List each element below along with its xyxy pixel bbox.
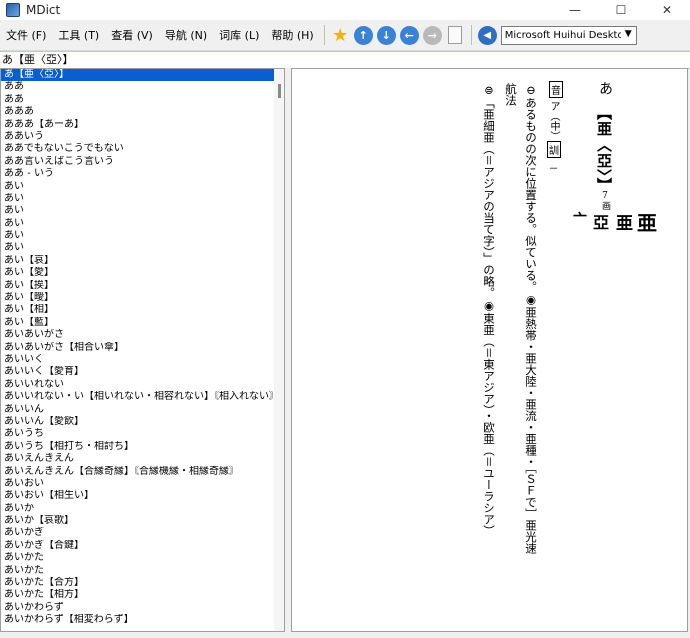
list-item[interactable]: あい【相】 [1, 304, 274, 316]
window-title: MDict [26, 3, 61, 17]
list-item[interactable]: あい [1, 205, 274, 217]
speaker-icon[interactable]: ◀ [477, 25, 497, 45]
entry-kana: あ [597, 81, 613, 95]
list-item[interactable]: あいいく【愛育】 [1, 366, 274, 378]
app-icon [6, 3, 20, 17]
list-item[interactable]: あい [1, 242, 274, 254]
definition-sense-2: ⊜「亜細亜（＝アジアの当て字）」の略。◉東亜（＝東アジア）・欧亜（＝ユーラシア） [482, 83, 496, 537]
scroll-thumb[interactable] [278, 84, 281, 98]
chevron-down-icon[interactable]: ▼ [622, 27, 635, 42]
title-bar: MDict — ☐ ✕ [0, 0, 690, 20]
kanji-form: 亠 [573, 212, 587, 228]
on-reading-label: 音 [549, 81, 563, 98]
entry-headword: 【亜〈亞〉】 [595, 105, 613, 194]
down-arrow-icon[interactable]: ↓ [376, 25, 396, 45]
window-controls: — ☐ ✕ [552, 0, 690, 20]
list-item[interactable]: あいあいがさ [1, 329, 274, 341]
on-reading: ア（中） [548, 101, 559, 141]
list-item[interactable]: あいかぎ [1, 527, 274, 539]
menu-toolbar: 文件 (F) 工具 (T) 查看 (V) 导航 (N) 词库 (L) 帮助 (H… [0, 20, 690, 51]
list-item[interactable]: あい【愛】 [1, 267, 274, 279]
menu-tools[interactable]: 工具 (T) [52, 27, 105, 43]
list-item[interactable]: あいえんきえん【合縁奇縁】〘合縁機縁・相縁奇縁〙 [1, 466, 274, 478]
word-list-pane: あ【亜〈亞〉】 ああ ああ あああ あああ【あーあ】 ああいう ああでもないこうでもない ああ… [0, 68, 285, 632]
word-list-scrollbar[interactable] [274, 69, 284, 631]
list-item[interactable]: あい [1, 230, 274, 242]
definition-sense-1: ⊖あるものの次に位置する。似ている。◉亜熱帯・亜大陸・亜流・亜種・［ＳＦで］亜光… [524, 83, 538, 554]
menu-help[interactable]: 帮助 (H) [265, 27, 319, 43]
list-item[interactable]: あああ [1, 106, 274, 118]
list-item[interactable]: あいいん【愛飲】 [1, 416, 274, 428]
list-item[interactable]: あいうち【相打ち・相討ち】 [1, 441, 274, 453]
list-item[interactable]: ああいう [1, 131, 274, 143]
menu-view[interactable]: 查看 (V) [105, 27, 159, 43]
list-item[interactable]: あいかわらず【相変わらず】 [1, 614, 274, 626]
definition-pane: あ 【亜〈亞〉】 7画 亜 亜 亞 亠 音 ア（中） 訓 － ⊖あるものの次に位… [291, 68, 688, 632]
menu-library[interactable]: 词库 (L) [213, 27, 265, 43]
list-item[interactable]: ああ [1, 81, 274, 93]
list-item[interactable]: あい【藍】 [1, 317, 274, 329]
list-item[interactable]: あい [1, 181, 274, 193]
list-item[interactable]: あいか [1, 503, 274, 515]
list-item[interactable]: あいかわらず [1, 602, 274, 614]
list-item[interactable]: あいいく [1, 354, 274, 366]
kanji-form: 亜 [637, 211, 657, 235]
list-item[interactable]: あい【挨】 [1, 280, 274, 292]
word-list: あ【亜〈亞〉】 ああ ああ あああ あああ【あーあ】 ああいう ああでもないこうでもない ああ… [1, 69, 274, 627]
kun-reading-label: 訓 [547, 141, 561, 158]
list-item[interactable]: あいかた【合方】 [1, 577, 274, 589]
list-item[interactable]: あいか【哀歌】 [1, 515, 274, 527]
list-item[interactable]: あい【曖】 [1, 292, 274, 304]
minimize-button[interactable]: — [552, 0, 598, 20]
search-row [0, 51, 690, 69]
list-item[interactable]: あいかぎ【合鍵】 [1, 540, 274, 552]
kanji-form: 亞 [592, 213, 609, 232]
list-item[interactable]: ああ言いえばこう言いう [1, 156, 274, 168]
list-item[interactable]: ああ [1, 94, 274, 106]
list-item[interactable]: あいおい【相生い】 [1, 490, 274, 502]
list-item[interactable]: あいおい [1, 478, 274, 490]
list-item[interactable]: あいあいがさ【相合い傘】 [1, 342, 274, 354]
toolbar-separator [470, 25, 472, 45]
list-item[interactable]: あいかた [1, 552, 274, 564]
voice-select-value: Microsoft Huihui Desktop - C [504, 29, 621, 41]
kanji-form: 亜 [616, 214, 633, 234]
kun-reading: － [546, 163, 557, 173]
maximize-button[interactable]: ☐ [598, 0, 644, 20]
document-icon[interactable] [446, 26, 465, 45]
forward-arrow-icon[interactable]: → [422, 25, 442, 45]
list-item[interactable]: あいいん [1, 404, 274, 416]
definition-sense-1-continued: 航法 [504, 83, 518, 106]
back-arrow-icon[interactable]: ← [399, 25, 419, 45]
star-icon[interactable]: ★ [331, 25, 350, 46]
list-item[interactable]: あい【哀】 [1, 255, 274, 267]
list-item[interactable]: あいかた【相方】 [1, 589, 274, 601]
list-item[interactable]: あいかた [1, 565, 274, 577]
search-input[interactable] [2, 52, 682, 68]
list-item[interactable]: あいえんきえん [1, 453, 274, 465]
list-item[interactable]: あい [1, 218, 274, 230]
list-item[interactable]: あいいれない・い【相いれない・相容れない】〘相入れない〙 [1, 391, 274, 403]
menu-navigate[interactable]: 导航 (N) [159, 27, 213, 43]
list-item[interactable]: ああ - いう [1, 168, 274, 180]
list-item[interactable]: ああでもないこうでもない [1, 143, 274, 155]
list-item[interactable]: あああ【あーあ】 [1, 119, 274, 131]
close-button[interactable]: ✕ [644, 0, 690, 20]
entry-strokes: 7画 [600, 191, 610, 210]
list-item[interactable]: あ【亜〈亞〉】 [1, 69, 274, 82]
list-item[interactable]: あいいれない [1, 379, 274, 391]
list-item[interactable]: あい [1, 193, 274, 205]
toolbar-separator [323, 25, 325, 45]
menu-file[interactable]: 文件 (F) [0, 27, 52, 43]
list-item[interactable]: あいうち [1, 428, 274, 440]
voice-select[interactable]: Microsoft Huihui Desktop - C ▼ [500, 25, 637, 45]
up-arrow-icon[interactable]: ↑ [353, 25, 373, 45]
